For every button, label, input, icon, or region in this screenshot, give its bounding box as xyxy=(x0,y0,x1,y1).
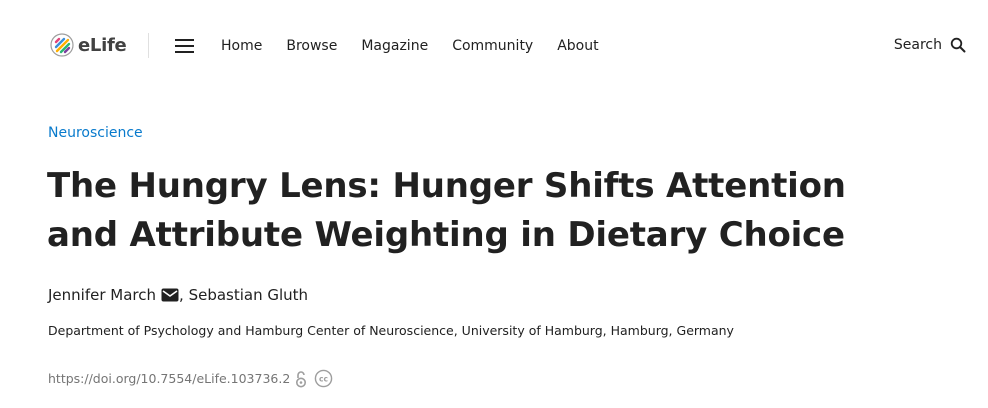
header-divider xyxy=(148,33,149,58)
envelope-icon[interactable] xyxy=(161,288,179,302)
article-title: The Hungry Lens: Hunger Shifts Attention… xyxy=(47,166,846,255)
affiliation: Department of Psychology and Hamburg Cen… xyxy=(48,323,734,338)
nav-magazine[interactable]: Magazine xyxy=(361,37,428,55)
logo-text: eLife xyxy=(78,34,127,56)
magnifier-search-icon xyxy=(950,37,966,53)
nav-about[interactable]: About xyxy=(557,37,598,55)
elife-logo-link[interactable]: eLife xyxy=(50,33,127,57)
doi-link[interactable]: https://doi.org/10.7554/eLife.103736.2 xyxy=(48,371,290,386)
open-access-lock-icon xyxy=(296,370,307,387)
subject-link[interactable]: Neuroscience xyxy=(48,124,143,142)
nav-browse[interactable]: Browse xyxy=(286,37,337,55)
author-jennifer-march[interactable]: Jennifer March xyxy=(48,285,156,305)
author-sebastian-gluth[interactable]: Sebastian Gluth xyxy=(189,285,308,305)
search-label: Search xyxy=(893,37,942,53)
creative-commons-icon[interactable]: cc xyxy=(314,369,333,388)
author-list: Jennifer March , Sebastian Gluth xyxy=(48,285,308,305)
hamburger-menu-icon[interactable] xyxy=(175,38,195,54)
elife-logo-icon xyxy=(50,33,74,57)
nav-home[interactable]: Home xyxy=(221,37,262,55)
nav-community[interactable]: Community xyxy=(452,37,533,55)
site-header: eLife Home Browse Magazine Community Abo… xyxy=(0,0,988,92)
svg-text:cc: cc xyxy=(319,375,328,384)
search-button[interactable]: Search xyxy=(894,37,966,53)
author-separator: , xyxy=(179,286,189,304)
doi-row: https://doi.org/10.7554/eLife.103736.2 c… xyxy=(48,369,333,388)
main-nav: Home Browse Magazine Community About xyxy=(221,37,623,55)
